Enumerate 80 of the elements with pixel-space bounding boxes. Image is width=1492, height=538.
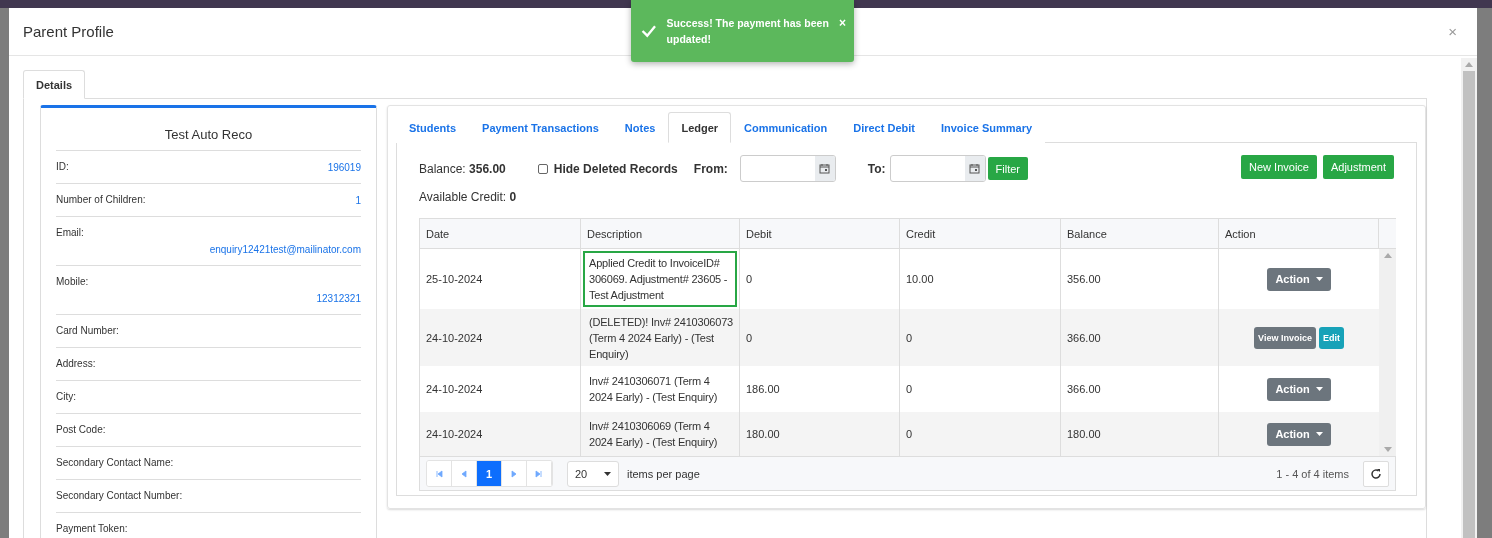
caret-icon xyxy=(604,471,611,476)
calendar-icon xyxy=(969,163,981,174)
column-header: Action xyxy=(1219,219,1379,249)
to-date-field[interactable] xyxy=(889,155,986,182)
last-page-button[interactable] xyxy=(527,461,552,486)
close-button[interactable]: × xyxy=(1448,23,1457,40)
field-label: Payment Token: xyxy=(56,523,129,534)
adjustment-button[interactable]: Adjustment xyxy=(1322,155,1394,179)
action-dropdown-button[interactable]: Action xyxy=(1267,377,1331,401)
scroll-up-icon[interactable] xyxy=(1465,62,1473,67)
table-cell: 366.00 xyxy=(1061,309,1219,366)
scrollbar-thumb[interactable] xyxy=(1463,71,1475,538)
view-invoice-button[interactable]: View Invoice xyxy=(1254,326,1316,349)
table-cell: 180.00 xyxy=(1061,412,1219,456)
field-label: Post Code: xyxy=(56,424,107,435)
available-credit-text: Available Credit: 0 xyxy=(419,190,518,204)
table-cell: Applied Credit to InvoiceID# 306069. Adjustment# 23605 - Test Adjustment xyxy=(583,251,737,307)
from-label: From: xyxy=(693,161,728,176)
table-cell: 180.00 xyxy=(740,412,900,456)
column-header: Credit xyxy=(900,219,1061,249)
from-date-field[interactable] xyxy=(739,155,836,182)
to-label: To: xyxy=(867,161,886,176)
field-label: Secondary Contact Number: xyxy=(56,490,184,501)
tab[interactable]: Details xyxy=(23,70,86,99)
caret-icon xyxy=(1315,277,1323,281)
field-value: 1 xyxy=(355,195,361,206)
refresh-icon xyxy=(1370,467,1382,480)
previous-page-button[interactable] xyxy=(452,461,477,486)
column-header: Balance xyxy=(1061,219,1219,249)
first-page-icon xyxy=(435,469,443,478)
field-label: Mobile: xyxy=(56,276,90,287)
new-invoice-button[interactable]: New Invoice xyxy=(1241,155,1317,179)
field-label: Number of Children: xyxy=(56,194,146,206)
page-size-label: items per page xyxy=(627,467,700,480)
hide-deleted-checkbox[interactable]: Hide Deleted Records xyxy=(537,161,678,176)
column-header: Description xyxy=(581,219,740,249)
table-cell-text: Inv# 2410306071 (Term 4 2024 Early) - (Test Enquiry) xyxy=(588,374,719,405)
field-value: enquiry12421test@mailinator.com xyxy=(209,244,361,255)
table-cell-text: Inv# 2410306069 (Term 4 2024 Early) - (Test Enquiry) xyxy=(588,419,719,450)
edit-button[interactable]: Edit xyxy=(1318,326,1344,349)
previous-page-icon xyxy=(460,469,468,478)
first-page-button[interactable] xyxy=(427,461,452,486)
field-label: ID: xyxy=(56,161,69,173)
field-value: 196019 xyxy=(327,162,361,173)
pager-summary: 1 - 4 of 4 items xyxy=(1276,467,1349,480)
column-header: Date xyxy=(420,219,581,249)
field-label: Secondary Contact Name: xyxy=(56,457,175,468)
action-dropdown-button[interactable]: Action xyxy=(1267,267,1331,291)
caret-icon xyxy=(1315,432,1323,436)
table-cell: 24-10-2024 xyxy=(420,412,581,456)
next-page-icon xyxy=(510,469,518,478)
parent-name: Test Auto Reco xyxy=(56,108,361,151)
page-button[interactable]: 1 xyxy=(477,461,502,486)
last-page-icon xyxy=(535,469,543,478)
modal-title: Parent Profile xyxy=(23,23,114,40)
table-cell-text: (DELETED)! Inv# 2410306073 (Term 4 2024 Early) - (Test Enquiry) xyxy=(588,314,734,362)
table-cell: 0 xyxy=(900,412,1061,456)
close-button[interactable]: × xyxy=(839,16,846,30)
scroll-up-icon[interactable] xyxy=(1383,253,1392,258)
caret-icon xyxy=(1315,387,1323,391)
field-label: Card Number: xyxy=(56,325,120,336)
scroll-down-icon[interactable] xyxy=(1383,447,1392,452)
table-cell: 0 xyxy=(900,309,1061,366)
balance-text: Balance: 356.00 xyxy=(419,161,506,176)
refresh-button[interactable] xyxy=(1363,460,1389,487)
field-label: Address: xyxy=(56,358,97,369)
table-cell: 24-10-2024 xyxy=(420,309,581,366)
field-label: Email: xyxy=(56,227,85,238)
checkmark-icon xyxy=(641,23,657,39)
page-size-select[interactable]: 20 xyxy=(567,460,619,487)
action-dropdown-button[interactable]: Action xyxy=(1267,422,1331,446)
tab[interactable]: Ledger xyxy=(668,112,732,143)
next-page-button[interactable] xyxy=(502,461,527,486)
column-header: Debit xyxy=(740,219,900,249)
calendar-icon xyxy=(819,163,831,174)
toast-message: Success! The payment has been updated! xyxy=(666,16,830,47)
field-value: 12312321 xyxy=(316,293,361,304)
filter-button[interactable]: Filter xyxy=(987,157,1028,180)
field-label: City: xyxy=(56,391,77,402)
table-cell: 0 xyxy=(740,309,900,366)
